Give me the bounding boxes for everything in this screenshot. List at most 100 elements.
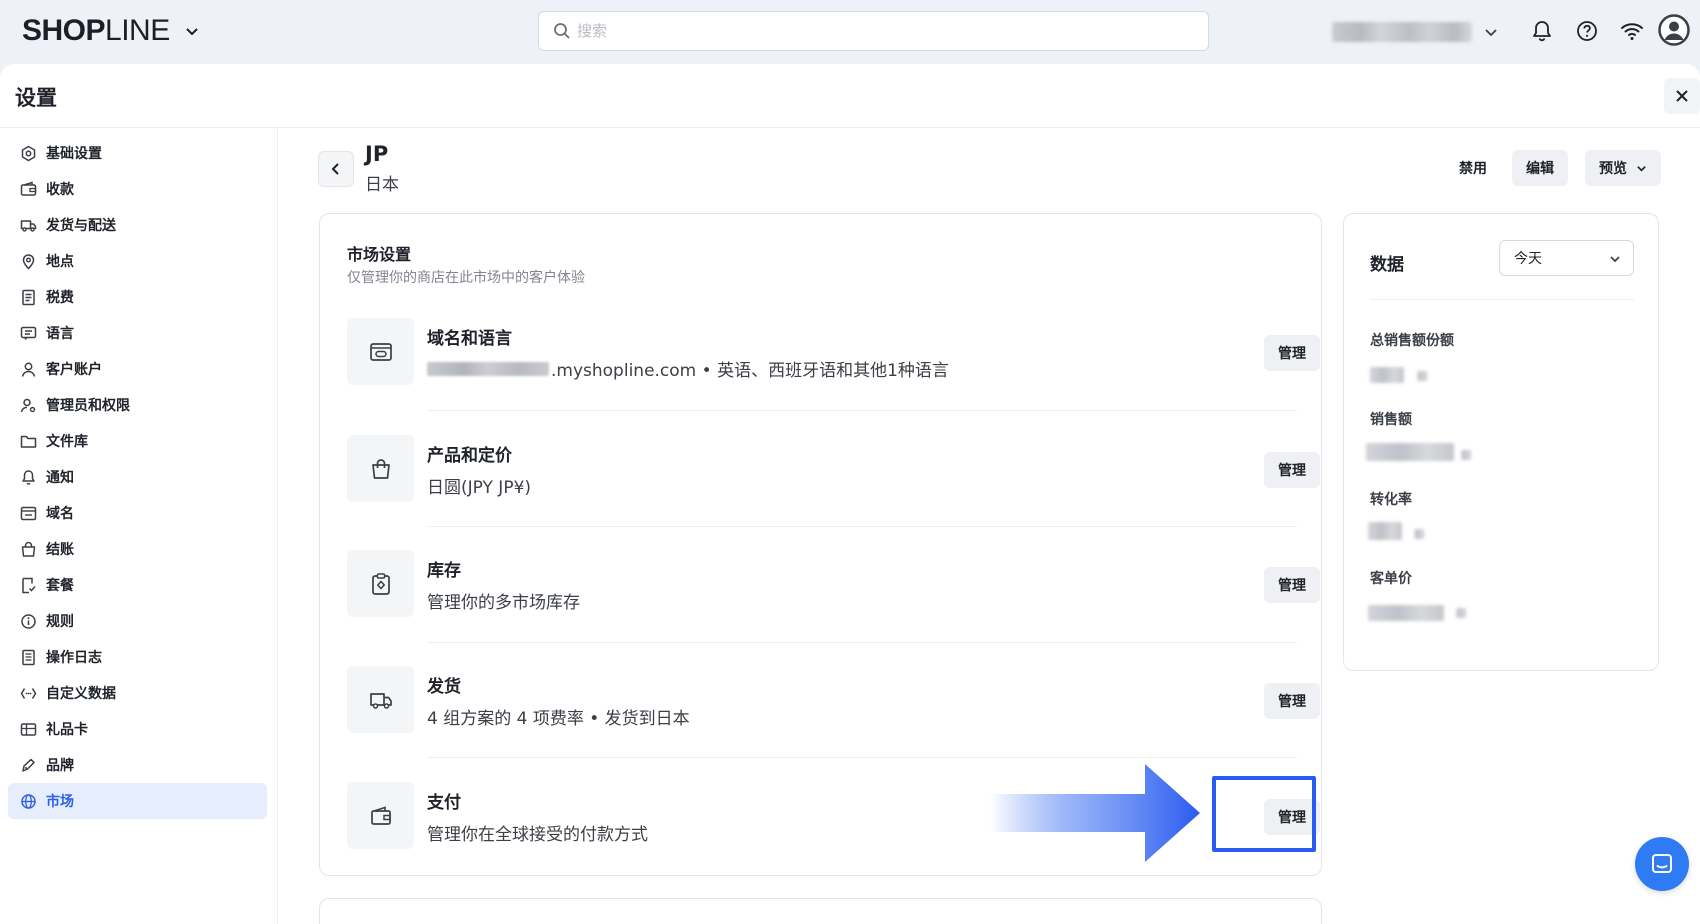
admin-icon xyxy=(20,398,36,412)
info-icon xyxy=(21,613,36,629)
row-title: 产品和定价 xyxy=(427,446,512,466)
sidebar-item-taxes[interactable]: 税费 xyxy=(8,279,267,315)
location-icon xyxy=(22,253,35,270)
chevron-down-icon[interactable] xyxy=(184,23,200,39)
manage-button[interactable]: 管理 xyxy=(1264,799,1320,835)
translate-icon xyxy=(20,326,37,340)
manage-button[interactable]: 管理 xyxy=(1264,335,1320,371)
manage-button[interactable]: 管理 xyxy=(1264,683,1320,719)
sidebar-item-markets[interactable]: 市场 xyxy=(8,783,267,819)
close-icon xyxy=(1676,90,1688,102)
next-card-partial xyxy=(319,898,1322,924)
bell-icon xyxy=(22,469,35,485)
sidebar-item-basic-settings[interactable]: 基础设置 xyxy=(8,135,267,171)
sidebar-item-brand[interactable]: 品牌 xyxy=(8,747,267,783)
help-icon[interactable] xyxy=(1574,18,1600,44)
edit-button[interactable]: 编辑 xyxy=(1512,150,1568,186)
period-value: 今天 xyxy=(1514,251,1542,267)
wallet-icon xyxy=(347,782,414,849)
sidebar-item-payments[interactable]: 收款 xyxy=(8,171,267,207)
sidebar-item-label: 发货与配送 xyxy=(46,218,116,234)
log-icon xyxy=(22,649,35,665)
sidebar-item-label: 收款 xyxy=(46,182,74,198)
metric-value-blurred xyxy=(1456,608,1466,618)
sidebar-item-shipping[interactable]: 发货与配送 xyxy=(8,207,267,243)
market-code: JP xyxy=(365,142,389,166)
sidebar-item-languages[interactable]: 语言 xyxy=(8,315,267,351)
code-icon xyxy=(20,687,37,699)
divider xyxy=(1370,299,1634,300)
shopline-logo[interactable]: SHOP LINE xyxy=(22,14,200,48)
sidebar-item-notifications[interactable]: 通知 xyxy=(8,459,267,495)
user-icon xyxy=(21,362,36,377)
metric-value-blurred xyxy=(1414,529,1424,539)
market-settings-title: 市场设置 xyxy=(347,245,412,264)
bell-icon[interactable] xyxy=(1529,18,1555,44)
sidebar-item-label: 税费 xyxy=(46,290,74,306)
sidebar-item-custom-data[interactable]: 自定义数据 xyxy=(8,675,267,711)
avatar[interactable] xyxy=(1658,14,1690,46)
bag-icon xyxy=(21,541,36,557)
market-name: 日本 xyxy=(365,175,399,195)
account-chevron-icon[interactable] xyxy=(1482,23,1500,41)
sidebar-item-customer-accounts[interactable]: 客户账户 xyxy=(8,351,267,387)
sidebar-item-activity-log[interactable]: 操作日志 xyxy=(8,639,267,675)
gear-icon xyxy=(21,145,36,161)
chat-support-button[interactable] xyxy=(1635,837,1689,891)
chevron-left-icon xyxy=(331,163,339,175)
divider xyxy=(427,410,1297,411)
preview-dropdown[interactable]: 预览 xyxy=(1585,150,1661,186)
metric-value-blurred xyxy=(1368,605,1444,621)
metric-value-blurred xyxy=(1368,522,1402,540)
globe-icon xyxy=(21,793,36,809)
truck-icon xyxy=(347,666,414,733)
sidebar-item-domains[interactable]: 域名 xyxy=(8,495,267,531)
row-title: 库存 xyxy=(427,561,461,581)
sidebar-item-label: 管理员和权限 xyxy=(46,398,130,414)
inventory-icon xyxy=(347,550,414,617)
metric-value-blurred xyxy=(1417,371,1427,381)
search-bar[interactable] xyxy=(538,11,1209,51)
metric-value-blurred xyxy=(1370,367,1404,383)
metric-value-blurred xyxy=(1461,450,1471,460)
manage-button[interactable]: 管理 xyxy=(1264,452,1320,488)
sidebar-item-checkout[interactable]: 结账 xyxy=(8,531,267,567)
sidebar-item-plans[interactable]: 套餐 xyxy=(8,567,267,603)
metric-label: 客单价 xyxy=(1370,571,1412,587)
sidebar-item-files[interactable]: 文件库 xyxy=(8,423,267,459)
sidebar-item-label: 礼品卡 xyxy=(46,722,88,738)
folder-icon xyxy=(20,435,37,448)
period-select[interactable]: 今天 xyxy=(1499,240,1634,276)
sidebar-item-admins-permissions[interactable]: 管理员和权限 xyxy=(8,387,267,423)
back-button[interactable] xyxy=(318,151,354,187)
account-name-blurred[interactable] xyxy=(1332,22,1472,42)
data-title: 数据 xyxy=(1370,255,1404,275)
row-description: 日圆(JPY JP¥) xyxy=(427,478,532,498)
close-button[interactable] xyxy=(1664,78,1700,114)
wifi-icon[interactable] xyxy=(1619,18,1645,44)
row-products-pricing: 产品和定价 日圆(JPY JP¥) 管理 xyxy=(347,435,1320,503)
sidebar-item-label: 规则 xyxy=(46,614,74,630)
manage-button[interactable]: 管理 xyxy=(1264,567,1320,603)
settings-header: 设置 xyxy=(0,64,1700,128)
search-input[interactable] xyxy=(577,22,1177,40)
sidebar-item-label: 语言 xyxy=(46,326,74,342)
sidebar-item-label: 通知 xyxy=(46,470,74,486)
divider xyxy=(427,526,1297,527)
row-description: 管理你的多市场库存 xyxy=(427,593,580,613)
sidebar-item-policies[interactable]: 规则 xyxy=(8,603,267,639)
settings-sidebar: 基础设置 收款 发货与配送 地点 税费 语言 客户账户 管理员和权限 文件库 通… xyxy=(0,128,278,924)
chevron-down-icon xyxy=(1637,165,1646,172)
settings-title: 设置 xyxy=(15,86,57,110)
row-title: 支付 xyxy=(427,793,461,813)
sidebar-item-gift-cards[interactable]: 礼品卡 xyxy=(8,711,267,747)
row-inventory: 库存 管理你的多市场库存 管理 xyxy=(347,550,1320,618)
metric-label: 总销售额份额 xyxy=(1370,333,1454,349)
market-settings-subtitle: 仅管理你的商店在此市场中的客户体验 xyxy=(347,270,585,286)
disable-button[interactable]: 禁用 xyxy=(1447,150,1499,186)
logo-text-light: LINE xyxy=(105,14,170,47)
data-card: 数据 今天 总销售额份额 销售额 转化率 客单价 xyxy=(1343,213,1659,671)
sidebar-item-locations[interactable]: 地点 xyxy=(8,243,267,279)
giftcard-icon xyxy=(20,722,37,736)
sidebar-item-label: 域名 xyxy=(46,506,74,522)
